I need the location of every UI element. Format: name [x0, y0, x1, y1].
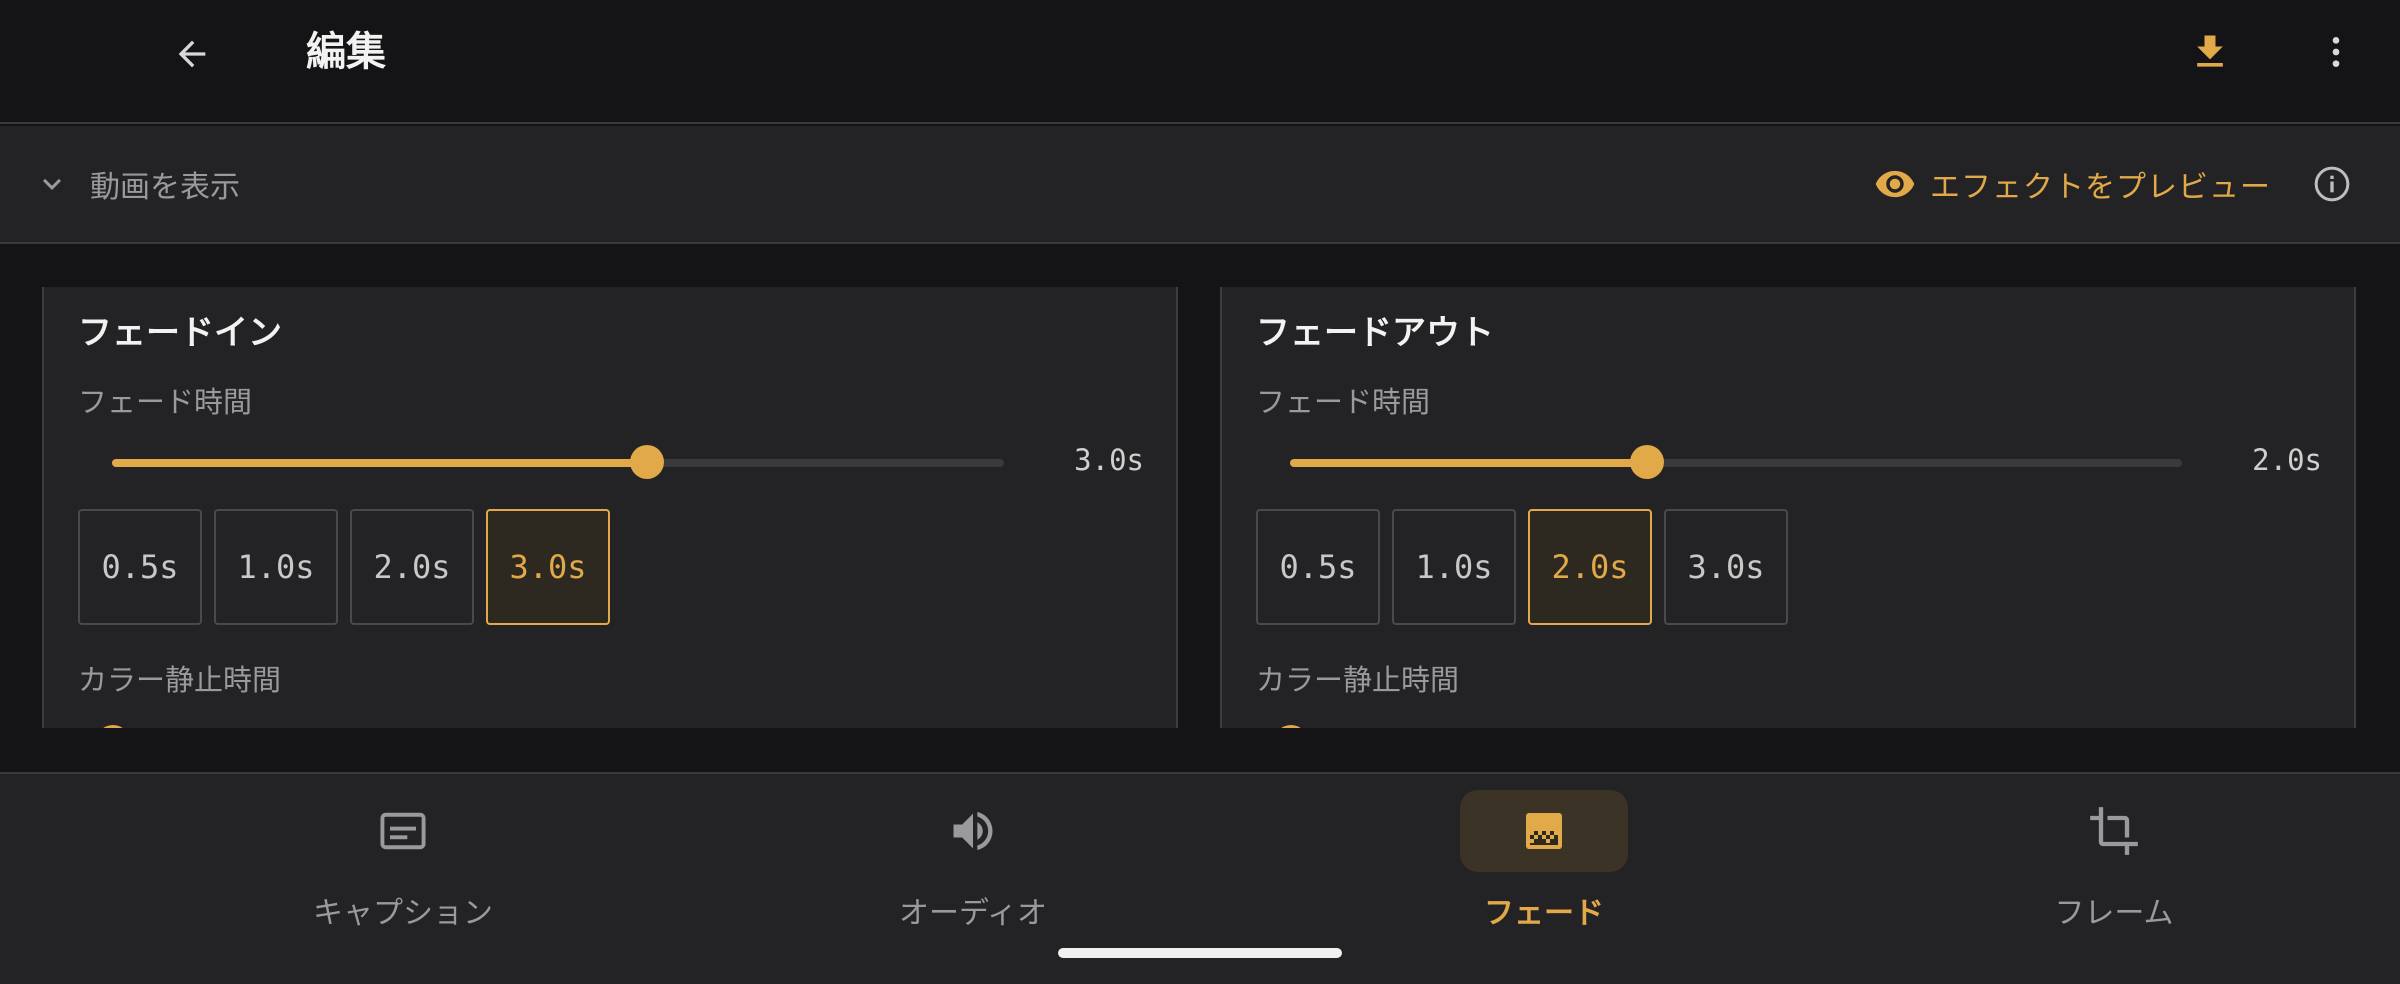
fade-settings-area: フェードイン フェード時間 3.0s 0.5s 1.0s 2.0s 3.0s カ… — [0, 246, 2400, 728]
fade-in-chip-3-0s[interactable]: 3.0s — [486, 509, 610, 625]
preview-effect-label: エフェクトをプレビュー — [1930, 170, 2271, 205]
fade-out-chip-0-5s[interactable]: 0.5s — [1256, 509, 1380, 625]
fade-out-hold-slider-thumb[interactable] — [1274, 725, 1308, 728]
nav-caption-icon-wrap — [319, 790, 487, 872]
app-bar: 編集 — [0, 0, 2400, 124]
page-title: 編集 — [306, 29, 386, 75]
show-video-toggle[interactable]: 動画を表示 — [34, 156, 240, 212]
fade-out-hold-label: カラー静止時間 — [1256, 663, 1460, 697]
fade-out-chip-3-0s[interactable]: 3.0s — [1664, 509, 1788, 625]
fade-in-duration-label: フェード時間 — [78, 385, 253, 419]
fade-in-hold-label: カラー静止時間 — [78, 663, 282, 697]
fade-out-slider-fill — [1290, 459, 1647, 467]
nav-audio-icon-wrap — [889, 790, 1057, 872]
fade-in-duration-slider[interactable] — [112, 445, 1004, 479]
fade-in-slider-thumb[interactable] — [630, 445, 665, 479]
nav-frame-icon-wrap — [2030, 790, 2198, 872]
preview-effect-button[interactable]: エフェクトをプレビュー — [1874, 156, 2271, 212]
fade-out-heading: フェードアウト — [1256, 313, 1494, 353]
download-button[interactable] — [2184, 24, 2236, 80]
home-indicator[interactable] — [1058, 948, 1342, 958]
download-icon — [2197, 35, 2223, 67]
arrow-left-icon — [178, 40, 206, 68]
subtitles-icon — [380, 812, 426, 850]
fade-out-slider-thumb[interactable] — [1629, 445, 1664, 479]
fade-in-duration-value: 3.0s — [1074, 443, 1144, 477]
fade-out-duration-slider[interactable] — [1290, 445, 2182, 479]
fade-in-chip-1-0s[interactable]: 1.0s — [214, 509, 338, 625]
info-icon — [2314, 166, 2350, 202]
nav-item-fade[interactable]: フェード — [1394, 784, 1694, 934]
fade-out-chip-1-0s[interactable]: 1.0s — [1392, 509, 1516, 625]
fade-out-duration-value: 2.0s — [2252, 443, 2322, 477]
chevron-down-icon — [43, 178, 61, 190]
more-vert-icon — [2332, 37, 2340, 67]
more-options-button[interactable] — [2312, 24, 2360, 80]
volume-icon — [953, 811, 993, 851]
nav-fade-icon-wrap — [1460, 790, 1628, 872]
fade-in-card: フェードイン フェード時間 3.0s 0.5s 1.0s 2.0s 3.0s カ… — [42, 287, 1178, 728]
nav-caption-label: キャプション — [313, 896, 493, 931]
info-button[interactable] — [2308, 158, 2356, 210]
fade-out-duration-presets: 0.5s 1.0s 2.0s 3.0s — [1256, 509, 1788, 625]
fade-in-chip-2-0s[interactable]: 2.0s — [350, 509, 474, 625]
fade-in-hold-slider-thumb[interactable] — [96, 725, 130, 728]
fade-in-slider-fill — [112, 459, 648, 467]
fade-in-heading: フェードイン — [78, 313, 282, 353]
eye-icon — [1875, 170, 1915, 198]
nav-fade-label: フェード — [1484, 896, 1604, 931]
nav-frame-label: フレーム — [2054, 896, 2174, 931]
nav-item-frame[interactable]: フレーム — [1964, 784, 2264, 934]
crop-icon — [2090, 807, 2138, 855]
preview-bar: 動画を表示 エフェクトをプレビュー — [0, 126, 2400, 244]
gradient-icon — [1526, 813, 1562, 849]
nav-item-audio[interactable]: オーディオ — [823, 784, 1123, 934]
back-button[interactable] — [166, 28, 218, 80]
fade-in-duration-presets: 0.5s 1.0s 2.0s 3.0s — [78, 509, 610, 625]
fade-out-chip-2-0s[interactable]: 2.0s — [1528, 509, 1652, 625]
nav-audio-label: オーディオ — [899, 896, 1047, 931]
show-video-label: 動画を表示 — [90, 170, 240, 205]
fade-in-chip-0-5s[interactable]: 0.5s — [78, 509, 202, 625]
fade-out-duration-label: フェード時間 — [1256, 385, 1431, 419]
nav-item-caption[interactable]: キャプション — [253, 784, 553, 934]
fade-out-card: フェードアウト フェード時間 2.0s 0.5s 1.0s 2.0s 3.0s … — [1220, 287, 2356, 728]
